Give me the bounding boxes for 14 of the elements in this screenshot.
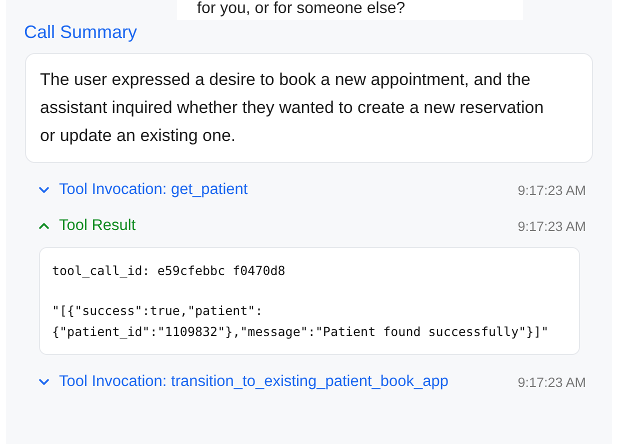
- timestamp: 9:17:23 AM: [518, 218, 586, 234]
- event-toggle[interactable]: Tool Invocation: get_patient: [38, 181, 248, 199]
- code-text: "[{"success":true,"patient":{"patient_id":"1109832"},"message":"Patient found successfully"}]": [52, 302, 550, 341]
- event-toggle[interactable]: Tool Result: [38, 217, 136, 235]
- timestamp: 9:17:23 AM: [518, 182, 586, 198]
- summary-text: The user expressed a desire to book a new appointment, and the assistant inquired whether they wanted to create a new reservation or update an existing one.: [25, 53, 593, 163]
- chevron-icon: [38, 220, 50, 232]
- chevron-icon: [38, 376, 50, 388]
- event-toggle[interactable]: Tool Invocation: transition_to_existing_patient_book_app: [38, 373, 448, 391]
- code-text: tool_call_id: e59cfebbc f0470d8: [52, 262, 286, 280]
- chat-message: for you, or for someone else?: [177, 0, 523, 20]
- section-title: Call Summary: [24, 22, 138, 43]
- timestamp: 9:17:23 AM: [518, 374, 586, 390]
- chevron-icon: [38, 184, 50, 196]
